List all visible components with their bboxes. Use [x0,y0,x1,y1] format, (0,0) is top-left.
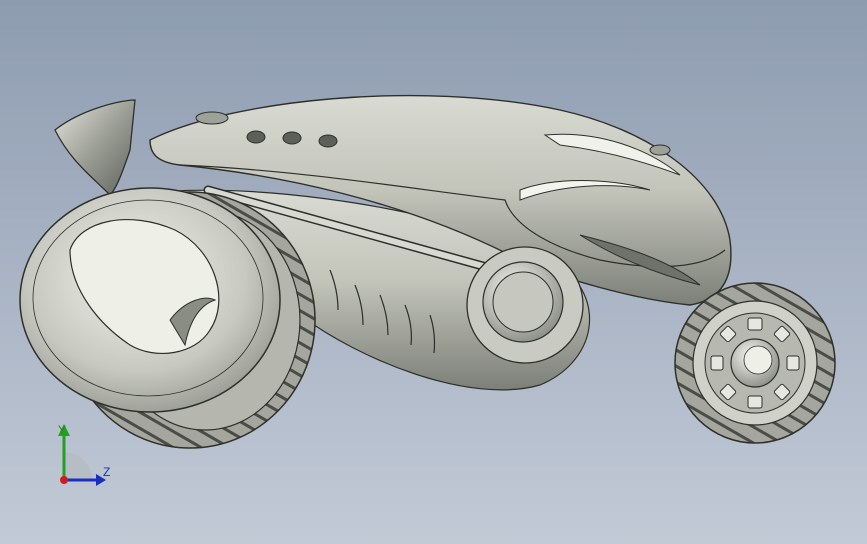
rear-right-wheel [674,282,836,444]
graphics-viewport[interactable]: Y Z [0,0,867,544]
center-hub-disc [466,246,584,364]
view-orientation-triad: Y Z [44,420,124,490]
vehicle-model-3d[interactable] [0,0,867,544]
z-axis-label: Z [103,465,111,479]
triad-origin [60,476,68,484]
triad-plane-wedge [64,452,92,480]
y-axis-label: Y [58,423,67,437]
